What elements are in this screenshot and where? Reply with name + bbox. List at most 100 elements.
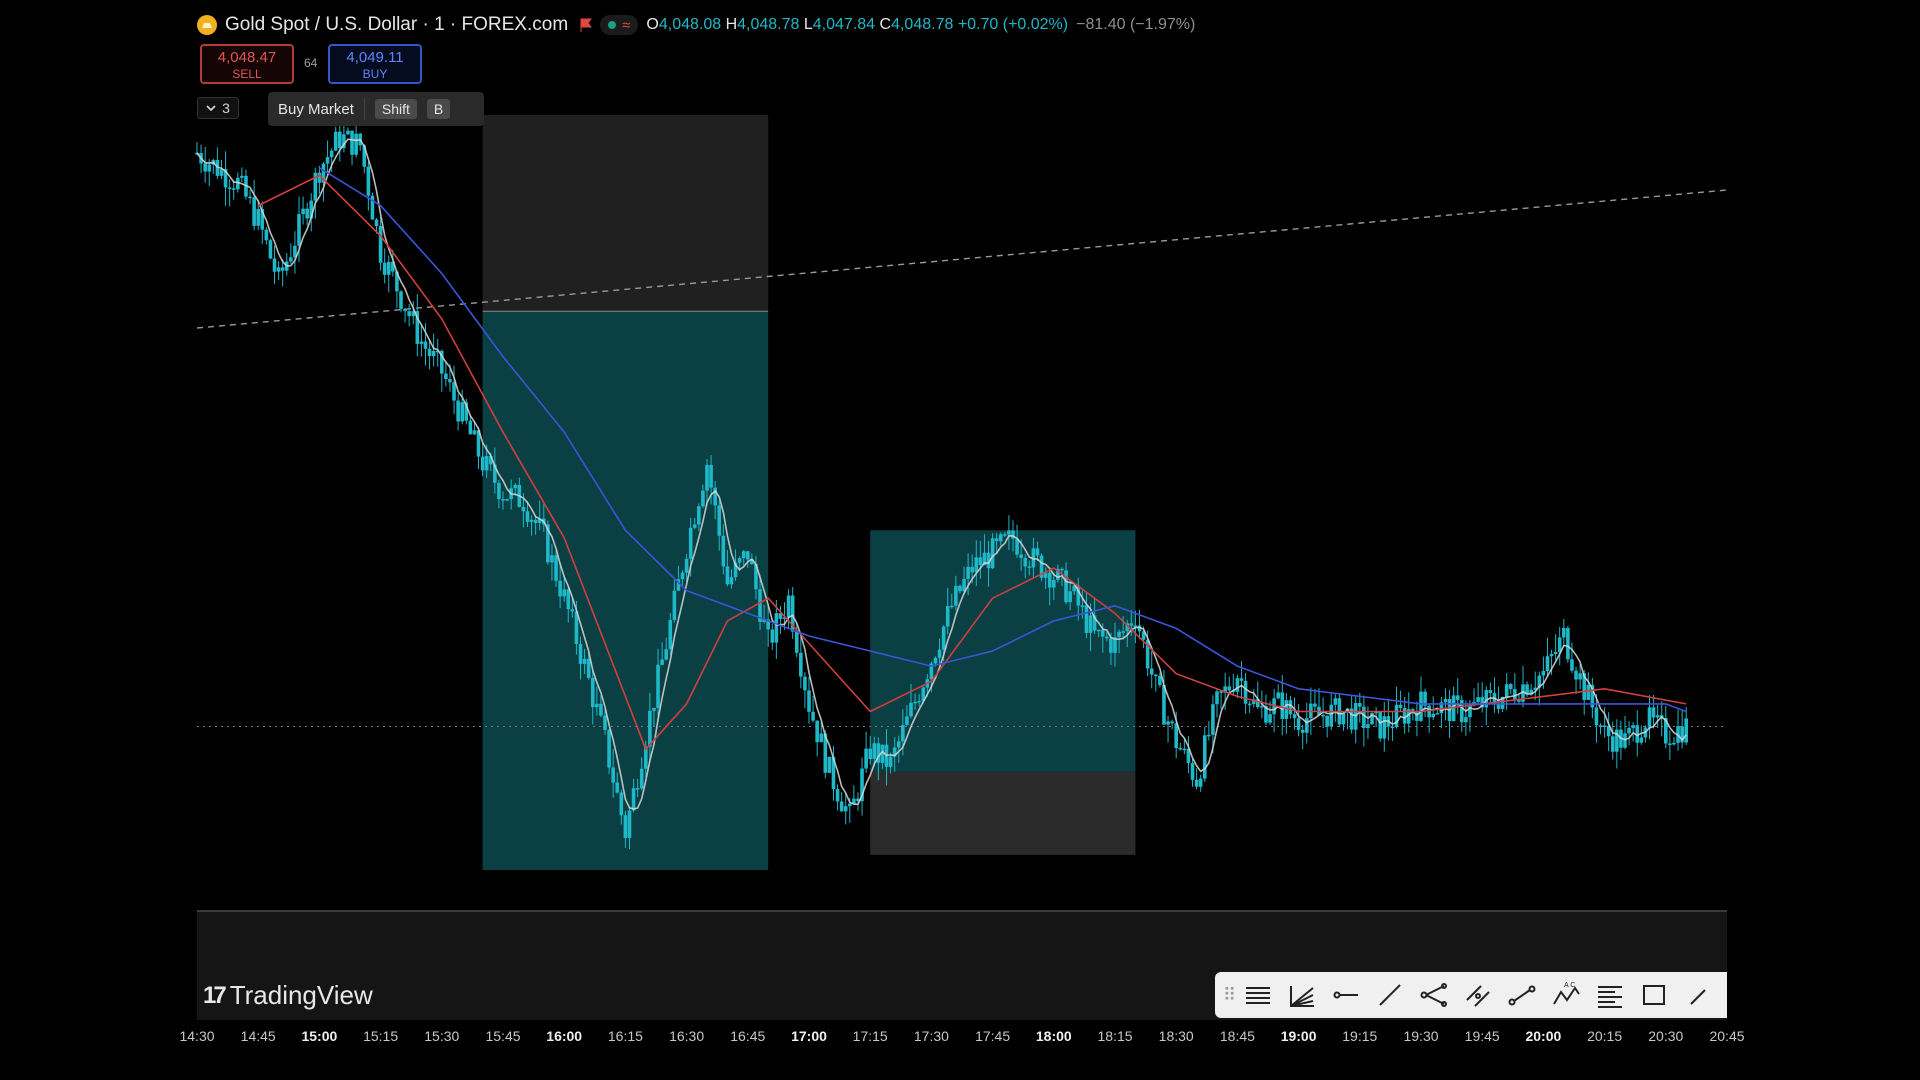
candle-body	[1239, 678, 1244, 681]
candle-body	[1227, 686, 1232, 691]
candle-body	[843, 806, 848, 812]
candle-body	[280, 267, 285, 271]
time-tick: 16:30	[669, 1028, 705, 1044]
candle-body	[378, 226, 383, 263]
candle-body	[329, 150, 334, 158]
candle-body	[1655, 715, 1660, 718]
candle-body	[1088, 615, 1093, 633]
candle-body	[1202, 735, 1207, 779]
candle-body	[480, 456, 485, 471]
candle-body	[901, 725, 905, 742]
candle-body	[729, 577, 734, 585]
candle-body	[1154, 674, 1158, 677]
candle-body	[1586, 684, 1591, 700]
candle-body	[386, 261, 391, 275]
flag-icon[interactable]	[580, 18, 593, 32]
candle-body	[1476, 697, 1480, 703]
chevron-down-icon	[206, 105, 216, 112]
candle-body	[746, 551, 750, 560]
time-axis[interactable]: 14:30 14:45 15:00 15:15 15:30 15:45 16:00 16:15…	[179, 1020, 1744, 1052]
candle-body	[550, 555, 554, 563]
candle-body	[652, 707, 656, 711]
time-tick: 16:15	[607, 1028, 643, 1044]
market-open-icon	[608, 21, 617, 29]
time-tick: 20:45	[1709, 1028, 1745, 1044]
horizontal-lines-icon[interactable]	[1239, 976, 1277, 1014]
candle-body	[945, 606, 950, 627]
candle-body	[815, 720, 819, 743]
sell-button[interactable]: 4,048.47 SELL	[200, 44, 294, 84]
candle-body	[1431, 713, 1436, 718]
abcd-pattern-icon[interactable]: A C	[1547, 976, 1585, 1014]
candle-body	[1047, 572, 1052, 588]
candle-body	[1545, 656, 1550, 671]
more-tools-icon[interactable]	[1679, 976, 1717, 1014]
candle-body	[1064, 570, 1068, 603]
candle-body	[799, 652, 803, 677]
buy-button[interactable]: 4,049.11 BUY	[328, 44, 422, 84]
candle-body	[333, 131, 338, 151]
market-status-pill[interactable]: ≈	[600, 15, 639, 35]
candle-body	[346, 130, 350, 135]
candle-body	[1504, 684, 1509, 697]
rectangle-icon[interactable]	[1635, 976, 1673, 1014]
candle-body	[1598, 725, 1603, 727]
candle-body	[623, 815, 628, 839]
candle-body	[203, 163, 207, 172]
tradingview-logo-icon: 17	[203, 981, 227, 1009]
candle-body	[909, 702, 913, 717]
path-icon[interactable]	[1503, 976, 1541, 1014]
candle-body	[660, 659, 664, 665]
candle-body	[1313, 703, 1317, 707]
horizontal-ray-icon[interactable]	[1327, 976, 1365, 1014]
symbol-title[interactable]: Gold Spot / U.S. Dollar · 1 · FOREX.com	[225, 14, 568, 36]
fib-fan-icon[interactable]	[1283, 976, 1321, 1014]
time-tick: 15:00	[301, 1028, 338, 1044]
drag-handle-icon[interactable]: ⠿	[1223, 985, 1236, 1006]
candle-body	[207, 164, 212, 172]
candle-body	[994, 538, 999, 542]
candle-body	[615, 782, 620, 793]
parallel-channel-icon[interactable]	[1459, 976, 1497, 1014]
time-tick: 19:15	[1342, 1028, 1378, 1044]
candle-body	[1215, 691, 1219, 705]
candle-body	[427, 348, 432, 357]
candle-body	[1268, 714, 1272, 723]
candle-body	[1304, 718, 1309, 733]
candle-body	[1610, 736, 1615, 752]
candle-body	[998, 534, 1003, 542]
buy-market-tooltip: Buy Market Shift B	[268, 92, 484, 126]
candle-body	[554, 555, 558, 581]
candle-body	[1668, 743, 1672, 745]
candle-body	[974, 557, 979, 573]
candle-body	[1080, 605, 1085, 607]
time-tick: 15:30	[424, 1028, 460, 1044]
candle-body	[1007, 530, 1011, 535]
short-position-stop-zone	[482, 115, 769, 312]
candle-body	[1296, 718, 1301, 730]
candle-body	[705, 464, 709, 491]
time-tick: 15:15	[363, 1028, 399, 1044]
candle-body	[1117, 631, 1121, 638]
pitchfork-icon[interactable]	[1415, 976, 1453, 1014]
candle-body	[1333, 698, 1338, 705]
candle-body	[937, 649, 942, 658]
short-position-target-zone	[482, 311, 769, 870]
wave-icon: ≈	[622, 16, 631, 34]
candle-body	[1562, 627, 1566, 638]
candle-body	[1325, 715, 1329, 727]
candle-body	[1627, 727, 1631, 734]
time-tick: 14:45	[240, 1028, 276, 1044]
candle-body	[268, 240, 273, 259]
fib-retracement-icon[interactable]	[1591, 976, 1629, 1014]
candle-body	[468, 420, 473, 435]
trend-line-icon[interactable]	[1371, 976, 1409, 1014]
candle-body	[1194, 779, 1199, 787]
chart-header: Gold Spot / U.S. Dollar · 1 · FOREX.com …	[197, 12, 1195, 38]
time-tick: 18:45	[1219, 1028, 1255, 1044]
candle-body	[1300, 729, 1305, 733]
shortcut-key-shift: Shift	[374, 99, 417, 119]
quantity-dropdown[interactable]: 3	[197, 97, 239, 119]
candle-body	[350, 130, 354, 155]
candle-body	[1247, 703, 1252, 706]
